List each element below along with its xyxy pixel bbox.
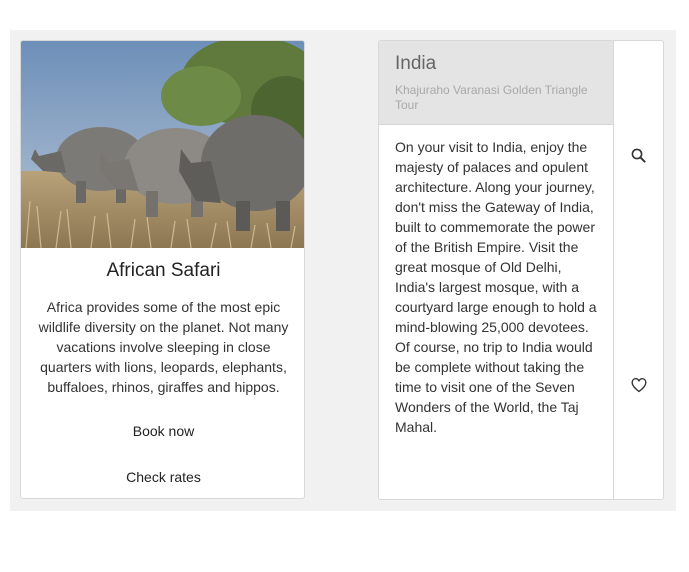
india-title: India (395, 53, 437, 74)
heart-icon[interactable] (629, 375, 649, 395)
rhinos-image (21, 41, 304, 248)
india-action-rail (613, 41, 663, 499)
safari-description: Africa provides some of the most epic wi… (38, 299, 289, 395)
india-description: On your visit to India, enjoy the majest… (395, 139, 597, 435)
safari-title: African Safari (106, 260, 221, 281)
check-rates-button[interactable]: Check rates (21, 469, 304, 485)
book-now-button[interactable]: Book now (21, 423, 304, 439)
india-subtitle: Khajuraho Varanasi Golden Triangle Tour (395, 83, 588, 112)
safari-card: African Safari Africa provides some of t… (20, 40, 305, 499)
search-icon[interactable] (629, 146, 649, 166)
india-card: India Khajuraho Varanasi Golden Triangle… (378, 40, 664, 500)
india-card-header: India Khajuraho Varanasi Golden Triangle… (379, 41, 613, 125)
